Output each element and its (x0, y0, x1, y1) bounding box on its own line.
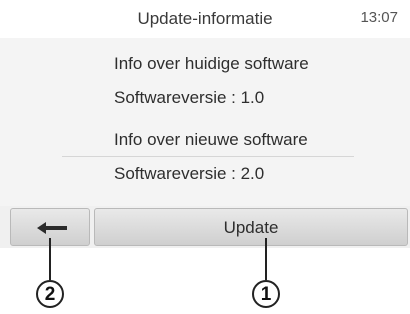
back-arrow-icon (37, 222, 67, 234)
title-bar: Update-informatie 13:07 (0, 0, 410, 38)
screen: Update-informatie 13:07 Info over huidig… (0, 0, 410, 248)
current-software-heading: Info over huidige software (114, 54, 309, 73)
current-software-version: Softwareversie : 1.0 (114, 88, 265, 107)
new-software-version: Softwareversie : 2.0 (114, 164, 265, 183)
callout-1-line (265, 238, 267, 280)
clock: 13:07 (360, 9, 398, 26)
button-bar: Update (0, 208, 410, 248)
callout-1: 1 (252, 280, 280, 308)
update-button-label: Update (223, 218, 279, 237)
page-title: Update-informatie (137, 9, 273, 28)
update-button[interactable]: Update (94, 208, 408, 246)
callout-2-line (49, 238, 51, 280)
update-info-panel: Info over huidige software Softwareversi… (0, 38, 410, 206)
callout-2: 2 (36, 280, 64, 308)
divider (62, 156, 354, 157)
new-software-heading: Info over nieuwe software (114, 130, 308, 149)
